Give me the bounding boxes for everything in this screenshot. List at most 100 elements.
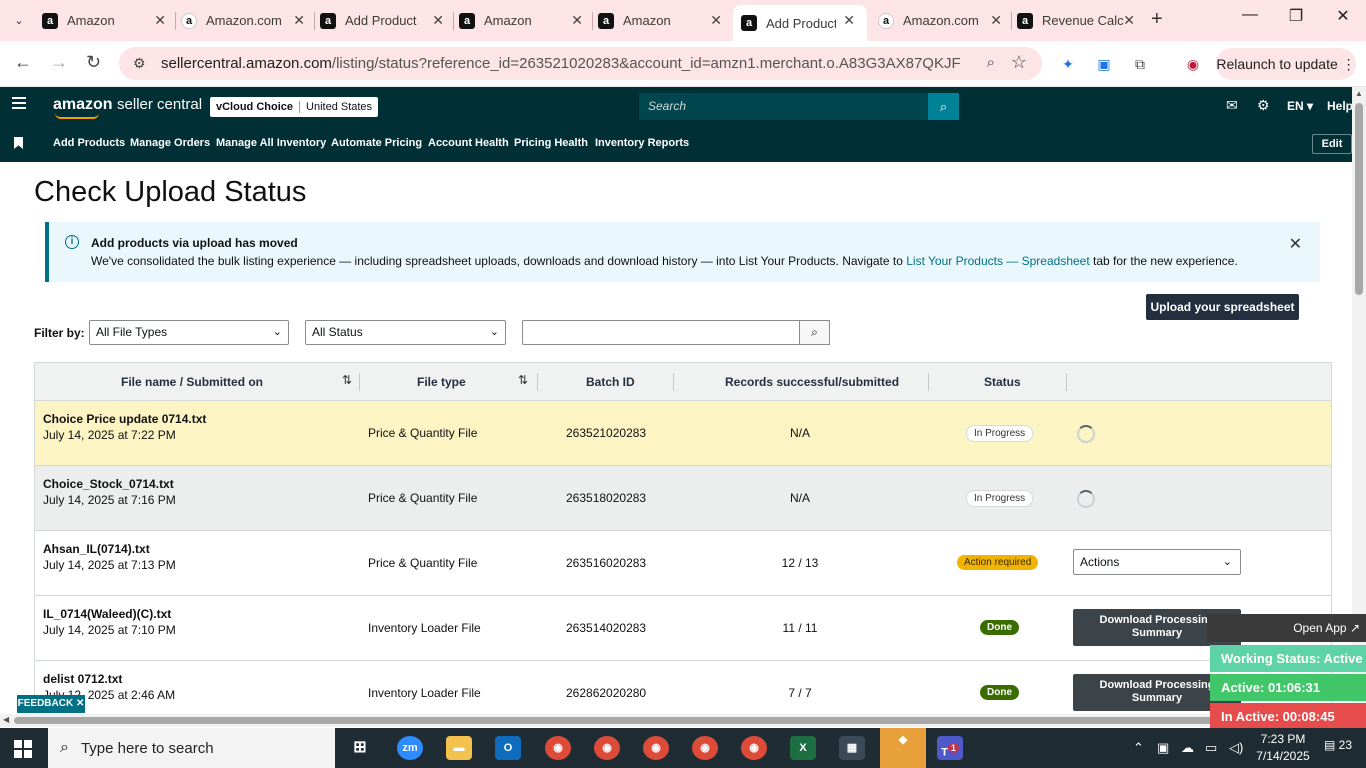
extension-icon[interactable]: ▣ [1093, 53, 1115, 75]
column-header-file-name[interactable]: File name / Submitted on [121, 375, 263, 389]
active-app-icon[interactable]: ◆ [880, 728, 926, 768]
edit-nav-button[interactable]: Edit [1312, 134, 1352, 154]
actions-dropdown[interactable]: Actions ⌄ [1073, 549, 1241, 575]
help-link[interactable]: Help [1327, 99, 1353, 113]
status-select[interactable]: All Status ⌄ [305, 320, 506, 345]
hamburger-menu-icon[interactable] [12, 97, 26, 111]
scroll-up-arrow-icon[interactable]: ▲ [1355, 89, 1363, 98]
bookmark-icon[interactable] [14, 137, 23, 149]
tab-search-chevron-icon[interactable]: ⌄ [8, 10, 30, 32]
close-tab-icon[interactable]: ✕ [154, 12, 166, 29]
volume-icon[interactable]: ◁) [1229, 740, 1243, 756]
browser-tab[interactable]: a Add Product ✕ [320, 5, 450, 36]
filter-search-input[interactable] [522, 320, 800, 345]
search-icon[interactable]: ⌕ [799, 320, 830, 345]
file-type-select[interactable]: All File Types ⌄ [89, 320, 289, 345]
upload-spreadsheet-button[interactable]: Upload your spreadsheet [1146, 294, 1299, 320]
table-row: Ahsan_IL(0714).txt July 14, 2025 at 7:13… [35, 531, 1331, 596]
nav-account-health[interactable]: Account Health [428, 137, 509, 149]
alert-body-text: We've consolidated the bulk listing expe… [91, 254, 907, 268]
batch-id: 263521020283 [566, 426, 647, 440]
mail-icon[interactable]: ✉ [1226, 97, 1238, 114]
tray-cloud-icon[interactable]: ☁ [1181, 740, 1194, 756]
browser-tab[interactable]: a Amazon ✕ [42, 5, 172, 36]
browser-tab[interactable]: a Amazon ✕ [459, 5, 589, 36]
relaunch-to-update-button[interactable]: Relaunch to update ⋮ [1216, 48, 1356, 80]
feedback-button[interactable]: FEEDBACK ✕ [17, 695, 85, 713]
amazon-a-icon: a [459, 12, 475, 29]
nav-manage-orders[interactable]: Manage Orders [130, 137, 210, 149]
close-tab-icon[interactable]: ✕ [990, 12, 1002, 29]
notifications-icon[interactable]: ▤ 23 [1324, 738, 1352, 752]
scrollbar-thumb[interactable] [14, 717, 1334, 724]
account-switcher[interactable]: vCloud Choice United States [210, 97, 379, 117]
close-tab-icon[interactable]: ✕ [571, 12, 583, 29]
extensions-puzzle-icon[interactable]: ⧉ [1129, 53, 1151, 75]
open-app-button[interactable]: Open App ↗ [1207, 614, 1366, 642]
nav-automate-pricing[interactable]: Automate Pricing [331, 137, 422, 149]
forward-arrow-icon[interactable]: → [50, 52, 68, 73]
tray-device-icon[interactable]: ▣ [1157, 740, 1169, 756]
close-tab-icon[interactable]: ✕ [710, 12, 722, 29]
tray-chevron-up-icon[interactable]: ⌃ [1133, 740, 1144, 756]
restore-icon[interactable]: ❐ [1276, 6, 1316, 26]
close-tab-icon[interactable]: ✕ [843, 12, 855, 29]
excel-icon[interactable]: X [790, 736, 816, 760]
close-tab-icon[interactable]: ✕ [432, 12, 444, 29]
batch-id: 262862020280 [566, 686, 647, 700]
nav-manage-all-inventory[interactable]: Manage All Inventory [216, 137, 326, 149]
header-search-input[interactable]: Search [639, 93, 928, 120]
batch-id: 263518020283 [566, 491, 647, 505]
close-icon[interactable]: ✕ [1289, 234, 1302, 254]
gear-icon[interactable]: ⚙ [1257, 97, 1270, 114]
chrome-icon[interactable]: ◉ [545, 736, 571, 760]
chrome-icon[interactable]: ◉ [594, 736, 620, 760]
search-icon[interactable]: ⌕ [928, 93, 959, 120]
column-header-file-type[interactable]: File type [417, 375, 466, 389]
browser-tab[interactable]: a Amazon ✕ [598, 5, 728, 36]
network-icon[interactable]: ▭ [1205, 740, 1217, 756]
omnibox[interactable]: ⚙ sellercentral.amazon.com/listing/statu… [119, 47, 1042, 80]
close-tab-icon[interactable]: ✕ [293, 12, 305, 29]
close-window-icon[interactable]: ✕ [1323, 6, 1363, 26]
back-arrow-icon[interactable]: ← [14, 52, 32, 73]
profile-icon[interactable]: ◉ [1182, 53, 1204, 75]
new-tab-plus-icon[interactable]: + [1151, 8, 1163, 31]
zoom-app-icon[interactable]: zm [397, 736, 423, 760]
seller-central-logo[interactable]: amazon seller central [53, 96, 202, 119]
site-info-icon[interactable]: ⚙ [133, 55, 151, 72]
browser-tab-active[interactable]: a Add Product ✕ [733, 5, 867, 41]
chrome-icon[interactable]: ◉ [741, 736, 767, 760]
list-your-products-link[interactable]: List Your Products — Spreadsheet [906, 254, 1089, 268]
outlook-icon[interactable]: O [495, 736, 521, 760]
chrome-icon[interactable]: ◉ [692, 736, 718, 760]
scroll-left-arrow-icon[interactable]: ◀ [3, 715, 9, 724]
nav-add-products[interactable]: Add Products [53, 137, 125, 149]
taskbar-search[interactable]: ⌕ Type here to search [48, 728, 335, 768]
browser-tab[interactable]: a Amazon.com ✕ [878, 5, 1008, 36]
taskbar-clock[interactable]: 7:23 PM 7/14/2025 [1254, 731, 1312, 765]
chrome-icon[interactable]: ◉ [643, 736, 669, 760]
reload-icon[interactable]: ↻ [86, 52, 101, 73]
scrollbar-thumb[interactable] [1355, 103, 1363, 295]
file-explorer-icon[interactable]: ▬ [446, 736, 472, 760]
teams-icon[interactable]: T1 [937, 736, 963, 760]
sort-icon[interactable]: ⇅ [518, 373, 528, 387]
extension-icon[interactable]: ✦ [1057, 53, 1079, 75]
minimize-icon[interactable]: — [1230, 6, 1270, 24]
close-tab-icon[interactable]: ✕ [1123, 12, 1135, 29]
calculator-icon[interactable]: ▦ [839, 736, 865, 760]
zoom-magnifier-icon[interactable]: ⌕ [987, 54, 995, 71]
sort-icon[interactable]: ⇅ [342, 373, 352, 387]
nav-pricing-health[interactable]: Pricing Health [514, 137, 588, 149]
browser-tab[interactable]: a Amazon.com ✕ [181, 5, 311, 36]
language-selector[interactable]: EN ▾ [1287, 99, 1313, 113]
bookmark-star-icon[interactable]: ☆ [1011, 52, 1027, 73]
task-view-icon[interactable]: ⊞ [347, 736, 373, 760]
browser-tab[interactable]: a Revenue Calc ✕ [1017, 5, 1141, 36]
nav-inventory-reports[interactable]: Inventory Reports [595, 137, 689, 149]
horizontal-scrollbar[interactable]: ◀ [0, 714, 1352, 727]
url-text[interactable]: sellercentral.amazon.com/listing/status?… [161, 55, 961, 72]
windows-start-icon[interactable] [14, 740, 32, 758]
alert-body-suffix: tab for the new experience. [1089, 254, 1238, 268]
